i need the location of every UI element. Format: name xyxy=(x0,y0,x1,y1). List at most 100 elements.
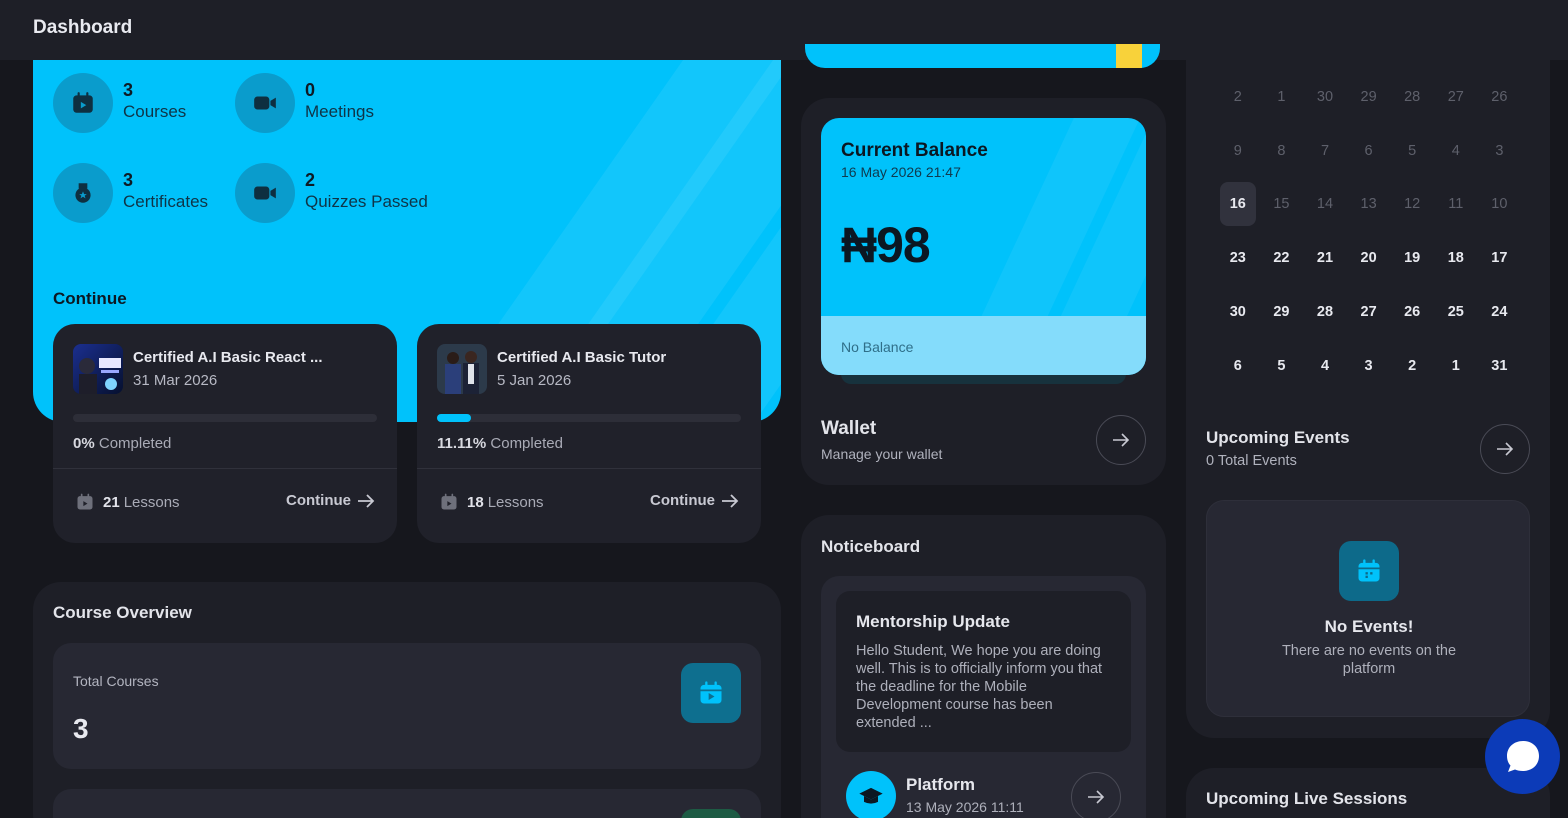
stat-label: Certificates xyxy=(123,192,209,211)
overview-card xyxy=(53,789,761,818)
arrow-right-icon xyxy=(1497,442,1514,456)
calendar-day[interactable]: 28 xyxy=(1390,70,1434,124)
calendar-day[interactable]: 6 xyxy=(1216,339,1260,393)
notice-timestamp: 13 May 2026 11:11 xyxy=(906,799,1024,815)
calendar-day[interactable]: 3 xyxy=(1347,339,1391,393)
calendar-day[interactable]: 30 xyxy=(1216,285,1260,339)
course-title: Certified A.I Basic React ... xyxy=(133,349,323,366)
calendar-day[interactable]: 17 xyxy=(1478,231,1522,285)
calendar-day[interactable]: 27 xyxy=(1347,285,1391,339)
wallet-arrow-button[interactable] xyxy=(1096,415,1146,465)
stat-value: 0 xyxy=(305,80,316,100)
play-calendar-icon xyxy=(53,73,113,133)
events-title: Upcoming Events xyxy=(1206,428,1350,447)
calendar-day[interactable]: 20 xyxy=(1347,231,1391,285)
course-overview-panel: Course Overview Total Courses 3 xyxy=(33,582,781,818)
calendar-icon xyxy=(1339,541,1399,601)
calendar-day[interactable]: 10 xyxy=(1478,178,1522,232)
calendar-day[interactable]: 18 xyxy=(1434,231,1478,285)
stat-value: 3 xyxy=(123,170,134,190)
calendar-day[interactable]: 4 xyxy=(1303,339,1347,393)
calendar-day[interactable]: 16 xyxy=(1216,178,1260,232)
continue-button[interactable]: Continue xyxy=(650,492,739,509)
balance-amount: ₦98 xyxy=(841,217,931,273)
course-date: 31 Mar 2026 xyxy=(133,372,218,389)
calendar-day[interactable]: 5 xyxy=(1390,124,1434,178)
wallet-title: Wallet xyxy=(821,418,877,439)
video-camera-icon xyxy=(235,163,295,223)
play-calendar-icon xyxy=(441,493,457,510)
wallet-subtitle: Manage your wallet xyxy=(821,446,943,462)
divider xyxy=(417,468,761,469)
calendar-day[interactable]: 29 xyxy=(1347,70,1391,124)
course-card[interactable]: Certified A.I Basic Tutor 5 Jan 2026 11.… xyxy=(417,324,761,543)
notice-arrow-button[interactable] xyxy=(1071,772,1121,818)
calendar-day[interactable]: 6 xyxy=(1347,124,1391,178)
stat-label: Courses xyxy=(123,102,187,121)
arrow-right-icon xyxy=(1113,433,1130,447)
calendar-grid: 2 1 30 29 28 27 26 9 8 7 6 5 4 3 16 15 14 13 12 11 10 23 22 21 2… xyxy=(1216,70,1522,393)
calendar-day[interactable]: 3 xyxy=(1478,124,1522,178)
stat-certificates: 3 Certificates xyxy=(53,163,208,223)
continue-heading: Continue xyxy=(53,289,127,308)
calendar-day[interactable]: 30 xyxy=(1303,70,1347,124)
progress-bar xyxy=(437,414,741,422)
events-count: 0 Total Events xyxy=(1206,453,1297,469)
stat-value: 3 xyxy=(123,80,134,100)
calendar-day[interactable]: 27 xyxy=(1434,70,1478,124)
calendar-day[interactable]: 14 xyxy=(1303,178,1347,232)
empty-events-card: No Events! There are no events on the pl… xyxy=(1206,500,1530,717)
arrow-right-icon xyxy=(1088,790,1105,804)
calendar-day[interactable]: 25 xyxy=(1434,285,1478,339)
calendar-day[interactable]: 31 xyxy=(1478,339,1522,393)
course-date: 5 Jan 2026 xyxy=(497,372,572,389)
calendar-day[interactable]: 2 xyxy=(1216,70,1260,124)
notice-body: Hello Student, We hope you are doing wel… xyxy=(856,643,1103,731)
progress-bar xyxy=(73,414,377,422)
calendar-day[interactable]: 26 xyxy=(1478,70,1522,124)
balance-date: 16 May 2026 21:47 xyxy=(841,164,961,180)
calendar-day[interactable]: 1 xyxy=(1434,339,1478,393)
calendar-day[interactable]: 29 xyxy=(1260,285,1304,339)
total-courses-label: Total Courses xyxy=(73,673,159,689)
page-title: Dashboard xyxy=(33,17,133,38)
progress-text: 11.11% Completed xyxy=(437,435,563,452)
calendar-day[interactable]: 8 xyxy=(1260,124,1304,178)
calendar-day[interactable]: 23 xyxy=(1216,231,1260,285)
calendar-day[interactable]: 13 xyxy=(1347,178,1391,232)
calendar-day[interactable]: 15 xyxy=(1260,178,1304,232)
calendar-day[interactable]: 26 xyxy=(1390,285,1434,339)
balance-footer: No Balance xyxy=(821,316,1146,375)
notice-item[interactable]: Mentorship Update Hello Student, We hope… xyxy=(836,591,1131,752)
calendar-day[interactable]: 11 xyxy=(1434,178,1478,232)
calendar-day[interactable]: 24 xyxy=(1478,285,1522,339)
calendar-day[interactable]: 5 xyxy=(1260,339,1304,393)
badge-icon xyxy=(53,163,113,223)
calendar-day[interactable]: 22 xyxy=(1260,231,1304,285)
divider xyxy=(53,468,397,469)
progress-fill xyxy=(437,414,471,422)
continue-button[interactable]: Continue xyxy=(286,492,375,509)
video-camera-icon xyxy=(235,73,295,133)
calendar-day[interactable]: 21 xyxy=(1303,231,1347,285)
notice-author: Platform 13 May 2026 11:11 xyxy=(846,771,1024,818)
calendar-day[interactable]: 9 xyxy=(1216,124,1260,178)
stat-courses: 3 Courses xyxy=(53,73,186,133)
course-card[interactable]: Certified A.I Basic React ... 31 Mar 202… xyxy=(53,324,397,543)
section-title: Upcoming Live Sessions xyxy=(1206,789,1408,808)
calendar-day[interactable]: 2 xyxy=(1390,339,1434,393)
play-calendar-icon xyxy=(681,663,741,723)
calendar-day[interactable]: 28 xyxy=(1303,285,1347,339)
stat-meetings: 0 Meetings xyxy=(235,73,374,133)
calendar-day[interactable]: 19 xyxy=(1390,231,1434,285)
balance-card: Current Balance 16 May 2026 21:47 ₦98 No… xyxy=(821,118,1146,375)
calendar-day[interactable]: 12 xyxy=(1390,178,1434,232)
total-courses-card: Total Courses 3 xyxy=(53,643,761,769)
card-strip xyxy=(805,44,1160,68)
notice-list: Mentorship Update Hello Student, We hope… xyxy=(821,576,1146,818)
events-arrow-button[interactable] xyxy=(1480,424,1530,474)
calendar-day[interactable]: 7 xyxy=(1303,124,1347,178)
calendar-day[interactable]: 1 xyxy=(1260,70,1304,124)
chat-button[interactable] xyxy=(1485,719,1560,794)
calendar-day[interactable]: 4 xyxy=(1434,124,1478,178)
